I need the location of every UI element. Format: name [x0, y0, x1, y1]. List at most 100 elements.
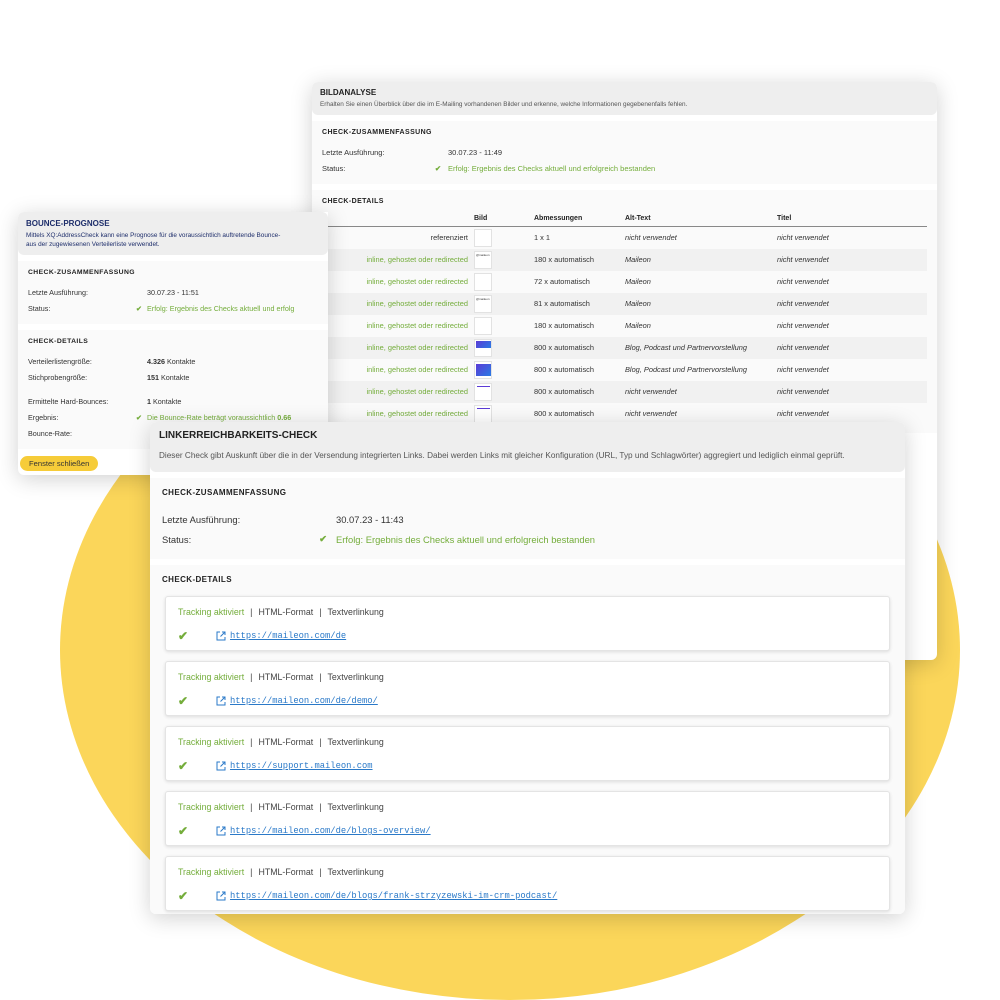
external-link-icon[interactable]: [216, 696, 226, 706]
list-size-label: Verteilerlistengröße:: [28, 356, 92, 366]
banner-thumb: [476, 363, 491, 376]
bounce-description-line2: aus der zugewiesenen Verteilerliste verw…: [26, 241, 160, 248]
last-run-label: Letzte Ausführung:: [162, 513, 241, 525]
details-title: CHECK-DETAILS: [162, 575, 232, 584]
last-run-value: 30.07.23 - 11:51: [147, 287, 199, 297]
result-label: Ergebnis:: [28, 412, 59, 422]
bounce-title: BOUNCE-PROGNOSE: [26, 219, 110, 228]
alt-text-cell: Maileon: [625, 277, 651, 286]
link-url[interactable]: https://maileon.com/de/demo/: [230, 696, 378, 706]
table-row: inline, gehostet oder redirected @maileon…: [322, 292, 927, 315]
result-value: Die Bounce-Rate beträgt voraussichtlich: [147, 412, 276, 422]
close-window-button[interactable]: Fenster schließen: [20, 456, 99, 471]
image-thumbnail[interactable]: @maileon: [474, 250, 492, 269]
link-url[interactable]: https://maileon.com/de/blogs-overview/: [230, 826, 431, 836]
link-url[interactable]: https://maileon.com/de/blogs/frank-strzy…: [230, 891, 557, 901]
link-item: Tracking aktiviert | HTML-Format | Textverli…: [165, 791, 890, 846]
thumbnail-cell: [474, 359, 534, 381]
format-label: HTML-Format: [258, 607, 314, 617]
status-value: Erfolg: Ergebnis des Checks aktuell und …: [147, 303, 295, 313]
alt-text-cell: nicht verwendet: [625, 233, 677, 243]
bounce-header: BOUNCE-PROGNOSE Mittels XQ:AddressCheck …: [18, 212, 328, 255]
dimensions-cell: 800 x automatisch: [534, 365, 594, 374]
alt-text-cell: Maileon: [625, 321, 651, 330]
tracking-label: Tracking aktiviert: [178, 607, 245, 617]
link-url[interactable]: https://support.maileon.com: [230, 761, 373, 771]
status-label: Status:: [162, 533, 192, 545]
result-number: 0.66: [277, 412, 292, 422]
hard-bounces-value: 1: [147, 396, 151, 406]
status-row: Status: ✔ Erfolg: Ergebnis des Checks ak…: [28, 300, 318, 316]
table-row: inline, gehostet oder redirected @maileon…: [322, 248, 927, 271]
usage-cell: inline, gehostet oder redirected: [322, 292, 474, 315]
format-label: HTML-Format: [258, 672, 314, 682]
column-header-usage: [322, 213, 474, 227]
check-icon: ✔: [178, 629, 189, 643]
image-table: Bild Abmessungen Alt-Text Titel referenz…: [322, 213, 927, 425]
list-size-unit: Kontakte: [167, 356, 196, 366]
thumbnail-cell: [474, 336, 534, 359]
last-run-value: 30.07.23 - 11:49: [448, 147, 503, 157]
image-thumbnail[interactable]: [474, 228, 492, 247]
external-link-icon[interactable]: [216, 826, 226, 836]
table-row: inline, gehostet oder redirected 800 x au…: [322, 359, 927, 381]
image-thumbnail[interactable]: [474, 382, 492, 401]
external-link-icon[interactable]: [216, 891, 226, 901]
image-thumbnail[interactable]: [474, 316, 492, 335]
thumbnail-cell: @maileon: [474, 248, 534, 271]
bounce-rate-label: Bounce-Rate:: [28, 428, 72, 438]
usage-cell: referenziert: [430, 233, 468, 243]
list-size-value: 4.326: [147, 356, 165, 366]
last-run-row: Letzte Ausführung: 30.07.23 - 11:49: [322, 144, 927, 160]
dimensions-cell: 180 x automatisch: [534, 248, 625, 271]
maileon-logo-thumb: @maileon: [476, 252, 490, 257]
sample-size-label: Stichprobengröße:: [28, 372, 88, 382]
image-thumbnail[interactable]: [474, 338, 492, 357]
title-cell: nicht verwendet: [777, 365, 829, 374]
check-icon: ✔: [178, 824, 189, 838]
link-summary: CHECK-ZUSAMMENFASSUNG Letzte Ausführung:…: [150, 478, 905, 559]
tracking-label: Tracking aktiviert: [178, 802, 245, 812]
divider-thumb: [477, 407, 490, 409]
link-header: LINKERREICHBARKEITS-CHECK Dieser Check g…: [150, 422, 905, 472]
check-icon: ✔: [434, 163, 442, 173]
title-cell: nicht verwendet: [777, 233, 829, 243]
last-run-value: 30.07.23 - 11:43: [336, 513, 404, 525]
hard-bounces-label: Ermittelte Hard-Bounces:: [28, 396, 109, 406]
usage-cell: inline, gehostet oder redirected: [366, 365, 468, 374]
image-thumbnail[interactable]: @maileon: [474, 294, 492, 313]
last-run-row: Letzte Ausführung: 30.07.23 - 11:43: [162, 509, 893, 529]
summary-title: CHECK-ZUSAMMENFASSUNG: [28, 269, 135, 276]
image-analysis-description: Erhalten Sie einen Überblick über die im…: [320, 101, 688, 108]
maileon-logo-thumb: @maileon: [476, 296, 490, 301]
external-link-icon[interactable]: [216, 631, 226, 641]
alt-text-cell: Maileon: [625, 292, 777, 315]
check-icon: ✔: [319, 533, 327, 544]
usage-cell: inline, gehostet oder redirected: [322, 380, 474, 403]
dimensions-cell: 72 x automatisch: [534, 277, 590, 286]
table-row: inline, gehostet oder redirected 72 x aut…: [322, 271, 927, 293]
dimensions-cell: 180 x automatisch: [534, 321, 594, 330]
column-header-alt: Alt-Text: [625, 213, 777, 227]
table-row: referenziert 1 x 1 nicht verwendet nicht ve…: [322, 227, 927, 249]
image-thumbnail[interactable]: [474, 404, 492, 423]
tracking-label: Tracking aktiviert: [178, 867, 245, 877]
image-thumbnail[interactable]: [474, 360, 492, 379]
dimensions-cell: 800 x automatisch: [534, 380, 625, 403]
link-item: Tracking aktiviert | HTML-Format | Textverli…: [165, 661, 890, 716]
link-item: Tracking aktiviert | HTML-Format | Textverli…: [165, 596, 890, 651]
alt-text-cell: Blog, Podcast und Partnervorstellung: [625, 336, 777, 359]
bounce-summary: CHECK-ZUSAMMENFASSUNG Letzte Ausführung:…: [18, 261, 328, 324]
external-link-icon[interactable]: [216, 761, 226, 771]
sample-size-unit: Kontakte: [161, 372, 190, 382]
link-url[interactable]: https://maileon.com/de: [230, 631, 346, 641]
image-thumbnail[interactable]: [474, 272, 492, 291]
title-cell: nicht verwendet: [777, 380, 927, 403]
check-icon: ✔: [135, 303, 143, 313]
title-cell: nicht verwendet: [777, 292, 927, 315]
column-header-image: Bild: [474, 213, 534, 227]
check-icon: ✔: [135, 412, 143, 422]
image-analysis-details: CHECK-DETAILS Bild Abmessungen Alt-Text …: [312, 190, 937, 433]
usage-cell: inline, gehostet oder redirected: [366, 277, 468, 286]
table-row: inline, gehostet oder redirected 180 x au…: [322, 315, 927, 337]
